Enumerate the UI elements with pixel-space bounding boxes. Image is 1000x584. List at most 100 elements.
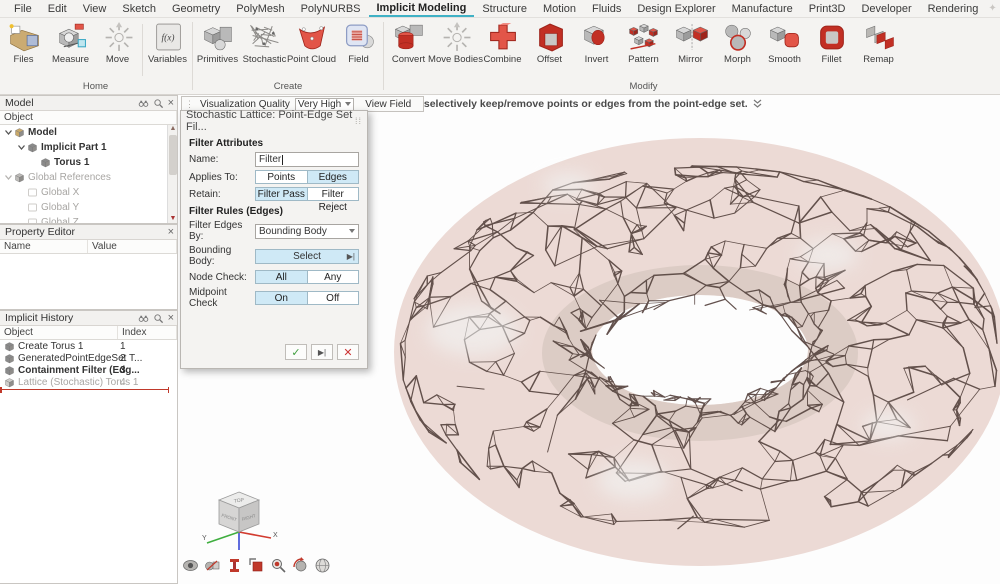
- edges-toggle[interactable]: Edges: [308, 170, 360, 184]
- tree-item-model[interactable]: Model: [0, 125, 177, 140]
- model-scrollbar[interactable]: ▲ ▼: [167, 125, 177, 223]
- cancel-button[interactable]: ✕: [337, 344, 359, 360]
- scroll-thumb[interactable]: [169, 135, 177, 175]
- history-row-4[interactable]: Lattice (Stochastic) Torus 14: [0, 376, 177, 388]
- next-button[interactable]: ▶|: [311, 344, 333, 360]
- menu-fluids[interactable]: Fluids: [584, 1, 629, 16]
- filter-edges-by-dropdown[interactable]: Bounding Body: [255, 224, 359, 239]
- history-marker[interactable]: [0, 388, 177, 392]
- menu-implicit-modeling[interactable]: Implicit Modeling: [369, 0, 475, 17]
- tree-item-global-y[interactable]: Global Y: [0, 200, 177, 215]
- dialog-title-bar[interactable]: Stochastic Lattice: Point-Edge Set Fil..…: [181, 111, 367, 131]
- menu-geometry[interactable]: Geometry: [164, 1, 228, 16]
- name-input[interactable]: Filter: [255, 152, 359, 167]
- model-tree: Model Implicit Part 1 Torus 1Global Refere…: [0, 125, 177, 223]
- tree-item-torus-1[interactable]: Torus 1: [0, 155, 177, 170]
- ribbon-item-label: Remap: [863, 54, 894, 65]
- tree-item-global-references[interactable]: Global References: [0, 170, 177, 185]
- ribbon-move-bodies-button[interactable]: Move Bodies: [432, 20, 479, 65]
- find-icon[interactable]: [138, 313, 149, 324]
- chevron-down-icon[interactable]: [4, 173, 13, 182]
- ribbon-stochastic-button[interactable]: Stochastic: [241, 20, 288, 65]
- ribbon-remap-button[interactable]: Remap: [855, 20, 902, 65]
- ribbon-mirror-button[interactable]: Mirror: [667, 20, 714, 65]
- tree-item-label: Implicit Part 1: [41, 142, 107, 153]
- close-icon[interactable]: ×: [168, 313, 174, 323]
- menu-sketch[interactable]: Sketch: [114, 1, 164, 16]
- menu-edit[interactable]: Edit: [40, 1, 75, 16]
- menu-manufacture[interactable]: Manufacture: [724, 1, 801, 16]
- globe-view-icon[interactable]: [314, 557, 331, 574]
- history-row-3[interactable]: Containment Filter (Edg...3: [0, 364, 177, 376]
- zoom-view-icon[interactable]: [270, 557, 287, 574]
- on-toggle[interactable]: On: [255, 291, 308, 305]
- rotate-view-icon[interactable]: [292, 557, 309, 574]
- move-view-icon[interactable]: [204, 557, 221, 574]
- history-row-index: 1: [120, 341, 126, 352]
- section-view-icon[interactable]: [226, 557, 243, 574]
- toolbar-grip[interactable]: ⋮: [185, 99, 195, 110]
- fit-view-icon[interactable]: [248, 557, 265, 574]
- search-icon[interactable]: [153, 313, 164, 324]
- scroll-up-icon[interactable]: ▲: [169, 125, 177, 133]
- tree-item-global-z[interactable]: Global Z: [0, 215, 177, 223]
- chevron-down-icon: [349, 229, 355, 233]
- ribbon-fillet-button[interactable]: Fillet: [808, 20, 855, 65]
- dialog-grip-icon[interactable]: ⁞⁞: [355, 116, 362, 126]
- view-field-button[interactable]: View Field: [359, 99, 417, 110]
- spin-view-icon[interactable]: [182, 557, 199, 574]
- all-toggle[interactable]: All: [255, 270, 308, 284]
- menu-rendering[interactable]: Rendering: [920, 1, 987, 16]
- ribbon-smooth-button[interactable]: Smooth: [761, 20, 808, 65]
- menu-structure[interactable]: Structure: [474, 1, 535, 16]
- collapse-chevron-icon[interactable]: [753, 99, 762, 109]
- menu-print3d[interactable]: Print3D: [801, 1, 854, 16]
- filter-pass-toggle[interactable]: Filter Pass: [255, 187, 308, 201]
- fillet-icon: [815, 21, 849, 53]
- ribbon-primitives-button[interactable]: Primitives: [194, 20, 241, 65]
- menu-motion[interactable]: Motion: [535, 1, 584, 16]
- filter-reject-toggle[interactable]: Filter Reject: [308, 187, 360, 201]
- close-icon[interactable]: ×: [168, 98, 174, 108]
- menu-design-explorer[interactable]: Design Explorer: [629, 1, 723, 16]
- ribbon-invert-button[interactable]: Invert: [573, 20, 620, 65]
- ribbon-variables-button[interactable]: f(x)Variables: [144, 20, 191, 65]
- history-row-1[interactable]: Create Torus 11: [0, 340, 177, 352]
- menu-developer[interactable]: Developer: [853, 1, 919, 16]
- ribbon-field-button[interactable]: Field: [335, 20, 382, 65]
- scroll-down-icon[interactable]: ▼: [169, 215, 177, 223]
- property-editor-title: Property Editor: [5, 226, 168, 238]
- ribbon-item-label: Stochastic: [243, 54, 287, 65]
- chevron-down-icon[interactable]: [4, 128, 13, 137]
- ribbon-pattern-button[interactable]: Pattern: [620, 20, 667, 65]
- ribbon-move-button[interactable]: Move: [94, 20, 141, 65]
- history-row-2[interactable]: GeneratedPointEdgeSet T...2: [0, 352, 177, 364]
- menu-file[interactable]: File: [6, 1, 40, 16]
- menu-view[interactable]: View: [75, 1, 115, 16]
- close-icon[interactable]: ×: [168, 227, 174, 237]
- points-toggle[interactable]: Points: [255, 170, 308, 184]
- search-icon[interactable]: [153, 98, 164, 109]
- any-toggle[interactable]: Any: [308, 270, 360, 284]
- pattern-icon: [627, 21, 661, 53]
- tree-item-implicit-part-1[interactable]: Implicit Part 1: [0, 140, 177, 155]
- ribbon-point-cloud-button[interactable]: Point Cloud: [288, 20, 335, 65]
- viewport[interactable]: Create a filter to selectively keep/remo…: [178, 95, 1000, 584]
- svg-text:f(x): f(x): [161, 33, 174, 44]
- ribbon-measure-button[interactable]: Measure: [47, 20, 94, 65]
- off-toggle[interactable]: Off: [308, 291, 360, 305]
- view-cube[interactable]: TOP FRONT RIGHT Y X: [200, 480, 278, 558]
- ribbon-convert-button[interactable]: Convert: [385, 20, 432, 65]
- ribbon-offset-button[interactable]: Offset: [526, 20, 573, 65]
- ribbon-morph-button[interactable]: Morph: [714, 20, 761, 65]
- menu-polynurbs[interactable]: PolyNURBS: [293, 1, 369, 16]
- bounding-body-select-button[interactable]: Select▶|: [255, 249, 359, 264]
- ribbon-combine-button[interactable]: Combine: [479, 20, 526, 65]
- chevron-down-icon[interactable]: [17, 143, 26, 152]
- ok-button[interactable]: ✓: [285, 344, 307, 360]
- ribbon-files-button[interactable]: Files: [0, 20, 47, 65]
- find-icon[interactable]: [138, 98, 149, 109]
- tree-item-global-x[interactable]: Global X: [0, 185, 177, 200]
- menu-polymesh[interactable]: PolyMesh: [228, 1, 292, 16]
- history-row-index: 3: [120, 365, 126, 376]
